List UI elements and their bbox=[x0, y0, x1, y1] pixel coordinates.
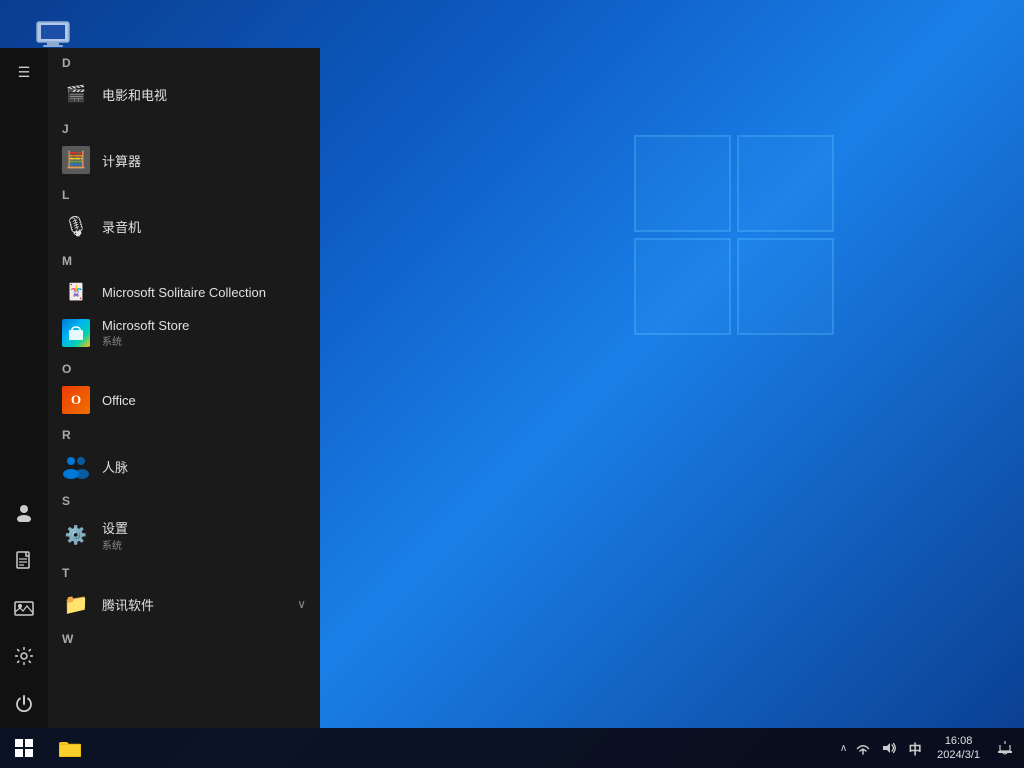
app-name-tencent: 腾讯软件 bbox=[102, 595, 285, 614]
photos-icon bbox=[14, 599, 34, 617]
app-subtitle-settings: 系统 bbox=[102, 537, 306, 552]
this-pc-icon bbox=[33, 18, 73, 50]
win-quad-tl bbox=[634, 135, 731, 232]
system-clock[interactable]: 16:08 2024/3/1 bbox=[929, 728, 988, 768]
recorder-icon: 🎙 bbox=[62, 212, 90, 240]
app-name-people: 人脉 bbox=[102, 457, 306, 476]
app-item-settings[interactable]: ⚙️ 设置 系统 bbox=[48, 512, 320, 558]
start-menu-sidebar: ☰ bbox=[0, 48, 48, 728]
app-item-calculator[interactable]: 🧮 计算器 bbox=[48, 140, 320, 180]
file-explorer-icon bbox=[59, 739, 81, 757]
app-item-people[interactable]: 人脉 bbox=[48, 446, 320, 486]
app-item-store[interactable]: Microsoft Store 系统 bbox=[48, 312, 320, 354]
clock-date: 2024/3/1 bbox=[937, 748, 980, 762]
notification-button[interactable] bbox=[990, 728, 1020, 768]
power-button[interactable] bbox=[0, 680, 48, 728]
solitaire-icon: 🃏 bbox=[62, 278, 90, 306]
start-menu: ☰ bbox=[0, 48, 320, 728]
app-item-solitaire[interactable]: 🃏 Microsoft Solitaire Collection bbox=[48, 272, 320, 312]
settings-sidebar-button[interactable] bbox=[0, 632, 48, 680]
desktop: 此电脑 ☰ bbox=[0, 0, 1024, 768]
network-tray-icon[interactable] bbox=[851, 728, 875, 768]
windows-logo-icon bbox=[15, 739, 33, 757]
volume-icon bbox=[882, 741, 896, 755]
section-header-r: R bbox=[48, 420, 320, 446]
taskbar-file-explorer-button[interactable] bbox=[48, 728, 92, 768]
photos-button[interactable] bbox=[0, 584, 48, 632]
start-button[interactable] bbox=[0, 728, 48, 768]
settings-sidebar-icon bbox=[14, 646, 34, 666]
store-inner-icon bbox=[68, 325, 84, 341]
people-icon bbox=[62, 452, 90, 480]
app-subtitle-store: 系统 bbox=[102, 333, 306, 348]
taskbar: ∧ 中 16:08 bbox=[0, 728, 1024, 768]
desktop-windows-logo bbox=[634, 135, 834, 335]
section-header-t: T bbox=[48, 558, 320, 584]
app-name-calculator: 计算器 bbox=[102, 151, 306, 170]
user-icon bbox=[14, 502, 34, 522]
network-icon bbox=[856, 741, 870, 755]
clock-time: 16:08 bbox=[945, 734, 973, 748]
tencent-folder-icon: 📁 bbox=[62, 590, 90, 618]
calc-icon: 🧮 bbox=[62, 146, 90, 174]
app-item-recorder[interactable]: 🎙 录音机 bbox=[48, 206, 320, 246]
app-name-office: Office bbox=[102, 393, 306, 408]
app-item-film[interactable]: 🎬 电影和电视 bbox=[48, 74, 320, 114]
section-header-j: J bbox=[48, 114, 320, 140]
store-icon bbox=[62, 319, 90, 347]
tencent-expand-icon: ∨ bbox=[297, 597, 306, 611]
taskbar-tray: ∧ 中 16:08 bbox=[838, 728, 1024, 768]
section-header-s: S bbox=[48, 486, 320, 512]
user-button[interactable] bbox=[0, 488, 48, 536]
office-icon: O bbox=[62, 386, 90, 414]
app-item-tencent[interactable]: 📁 腾讯软件 ∨ bbox=[48, 584, 320, 624]
ime-indicator[interactable]: 中 bbox=[903, 728, 927, 768]
section-header-w: W bbox=[48, 624, 320, 650]
app-name-recorder: 录音机 bbox=[102, 217, 306, 236]
section-header-d: D bbox=[48, 48, 320, 74]
document-icon bbox=[15, 550, 33, 570]
win-quad-tr bbox=[737, 135, 834, 232]
settings-icon: ⚙️ bbox=[62, 521, 90, 549]
section-header-l: L bbox=[48, 180, 320, 206]
app-name-film: 电影和电视 bbox=[102, 85, 306, 104]
section-header-m: M bbox=[48, 246, 320, 272]
notification-icon bbox=[997, 740, 1013, 756]
win-quad-br bbox=[737, 238, 834, 335]
win-quad-bl bbox=[634, 238, 731, 335]
app-item-office[interactable]: O Office bbox=[48, 380, 320, 420]
section-header-o: O bbox=[48, 354, 320, 380]
power-icon bbox=[14, 694, 34, 714]
document-button[interactable] bbox=[0, 536, 48, 584]
hamburger-button[interactable]: ☰ bbox=[0, 48, 48, 96]
app-list: D 🎬 电影和电视 J 🧮 计算器 L 🎙 录音机 bbox=[48, 48, 320, 728]
app-name-solitaire: Microsoft Solitaire Collection bbox=[102, 285, 306, 300]
app-name-store: Microsoft Store bbox=[102, 318, 306, 333]
film-icon: 🎬 bbox=[62, 80, 90, 108]
tray-expand-button[interactable]: ∧ bbox=[838, 743, 849, 754]
app-name-settings: 设置 bbox=[102, 518, 306, 537]
people-svg-icon bbox=[62, 452, 90, 480]
volume-tray-icon[interactable] bbox=[877, 728, 901, 768]
